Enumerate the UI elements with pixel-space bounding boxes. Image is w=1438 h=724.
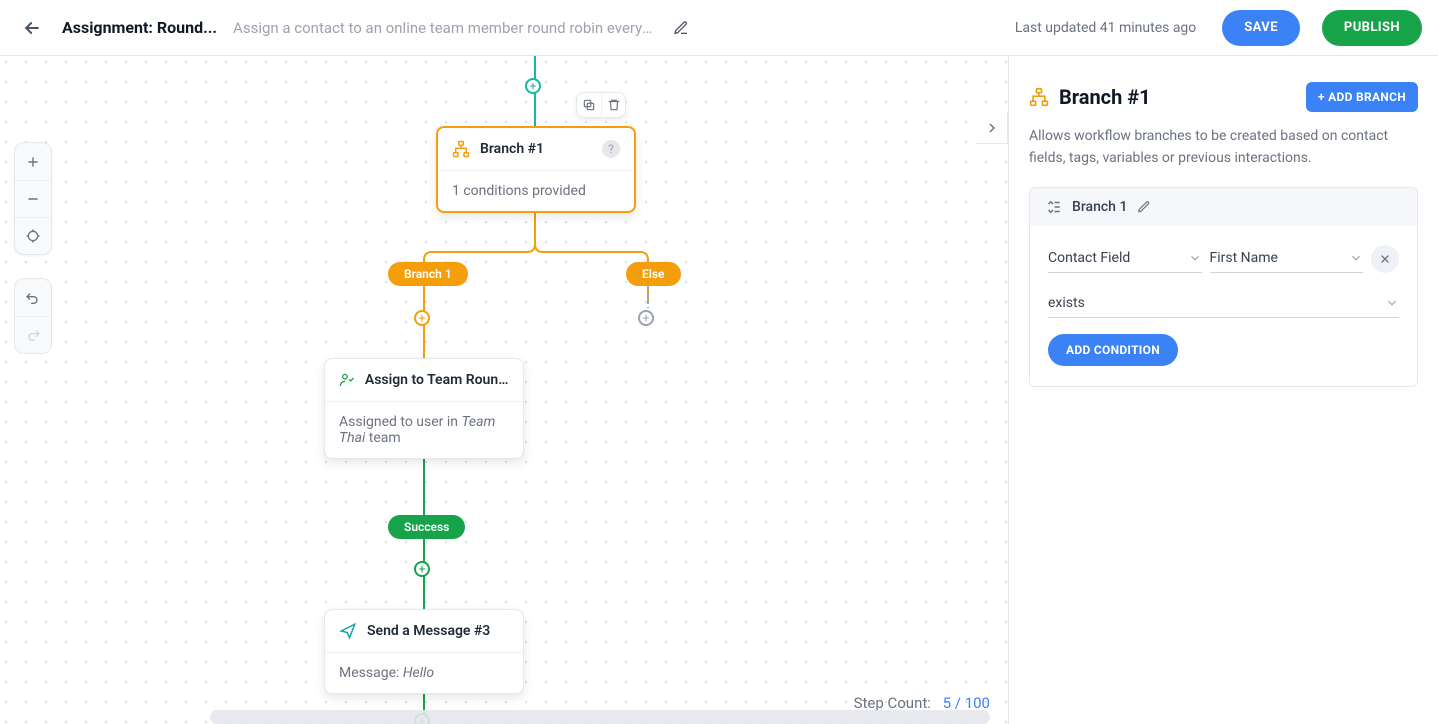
arrow-left-icon [22, 18, 42, 38]
help-icon[interactable]: ? [602, 140, 620, 158]
zoom-out-button[interactable] [15, 180, 51, 217]
add-step-after-assign[interactable]: + [414, 561, 430, 577]
node-toolbar [576, 92, 626, 118]
side-panel: Branch #1 + ADD BRANCH Allows workflow b… [1008, 56, 1438, 724]
minus-icon [26, 192, 40, 206]
condition-operator-select[interactable]: exists [1048, 289, 1399, 318]
zoom-in-button[interactable] [15, 143, 51, 180]
branch-card: Branch 1 Contact Field First Name [1029, 187, 1418, 387]
node-send-message[interactable]: Send a Message #3 Message: Hello [324, 609, 524, 694]
node-send-title: Send a Message #3 [367, 623, 490, 639]
save-button[interactable]: SAVE [1222, 10, 1300, 46]
undo-button[interactable] [15, 279, 51, 316]
user-check-icon [339, 371, 355, 389]
chevron-down-icon [1385, 296, 1399, 310]
success-pill: Success [388, 515, 465, 539]
panel-title: Branch #1 [1059, 85, 1296, 109]
edit-branch-name-button[interactable] [1137, 200, 1151, 214]
history-toolbar [14, 278, 52, 354]
back-button[interactable] [16, 12, 48, 44]
plus-icon [26, 155, 40, 169]
chevron-right-icon [984, 120, 1000, 136]
chevron-down-icon [1188, 251, 1202, 265]
delete-node-button[interactable] [601, 93, 625, 117]
reorder-icon[interactable] [1044, 198, 1062, 216]
branch1-pill[interactable]: Branch 1 [388, 262, 468, 286]
add-condition-button[interactable]: ADD CONDITION [1048, 334, 1178, 366]
collapse-panel-button[interactable] [976, 112, 1008, 144]
page-title: Assignment: Round... [62, 18, 217, 37]
branch-icon [1029, 87, 1049, 107]
duplicate-node-button[interactable] [577, 93, 601, 117]
add-step-branch1[interactable]: + [414, 310, 430, 326]
branch-icon [452, 140, 470, 158]
branch-name: Branch 1 [1072, 199, 1127, 215]
node-assign-title: Assign to Team Round R… [365, 372, 509, 388]
publish-button[interactable]: PUBLISH [1322, 10, 1422, 46]
node-branch-title: Branch #1 [480, 141, 544, 157]
condition-type-select[interactable]: Contact Field [1048, 244, 1202, 273]
remove-condition-button[interactable] [1371, 245, 1399, 273]
node-assign-body: Assigned to user in Team Thai team [325, 402, 523, 458]
last-updated-label: Last updated 41 minutes ago [1015, 20, 1196, 36]
chevron-down-icon [1349, 251, 1363, 265]
add-step-top[interactable]: + [525, 78, 541, 94]
node-assign[interactable]: Assign to Team Round R… Assigned to user… [324, 358, 524, 459]
panel-description: Allows workflow branches to be created b… [1029, 126, 1418, 169]
edit-title-button[interactable] [667, 14, 695, 42]
close-icon [1379, 253, 1391, 265]
crosshair-icon [25, 228, 41, 244]
copy-icon [582, 98, 596, 112]
node-branch[interactable]: Branch #1 ? 1 conditions provided [436, 126, 636, 213]
else-pill[interactable]: Else [626, 262, 681, 286]
fit-button[interactable] [15, 217, 51, 254]
add-step-else[interactable]: + [638, 310, 654, 326]
horizontal-scrollbar[interactable] [210, 710, 990, 724]
redo-icon [25, 327, 41, 343]
add-branch-button[interactable]: + ADD BRANCH [1306, 82, 1418, 112]
page-subtitle: Assign a contact to an online team membe… [233, 19, 653, 37]
pencil-icon [673, 20, 689, 36]
condition-field-select[interactable]: First Name [1210, 244, 1364, 273]
zoom-toolbar [14, 142, 52, 255]
undo-icon [25, 290, 41, 306]
trash-icon [607, 98, 621, 112]
node-branch-subtitle: 1 conditions provided [438, 171, 634, 211]
send-icon [339, 622, 357, 640]
node-send-body: Message: Hello [325, 653, 523, 693]
redo-button[interactable] [15, 316, 51, 353]
